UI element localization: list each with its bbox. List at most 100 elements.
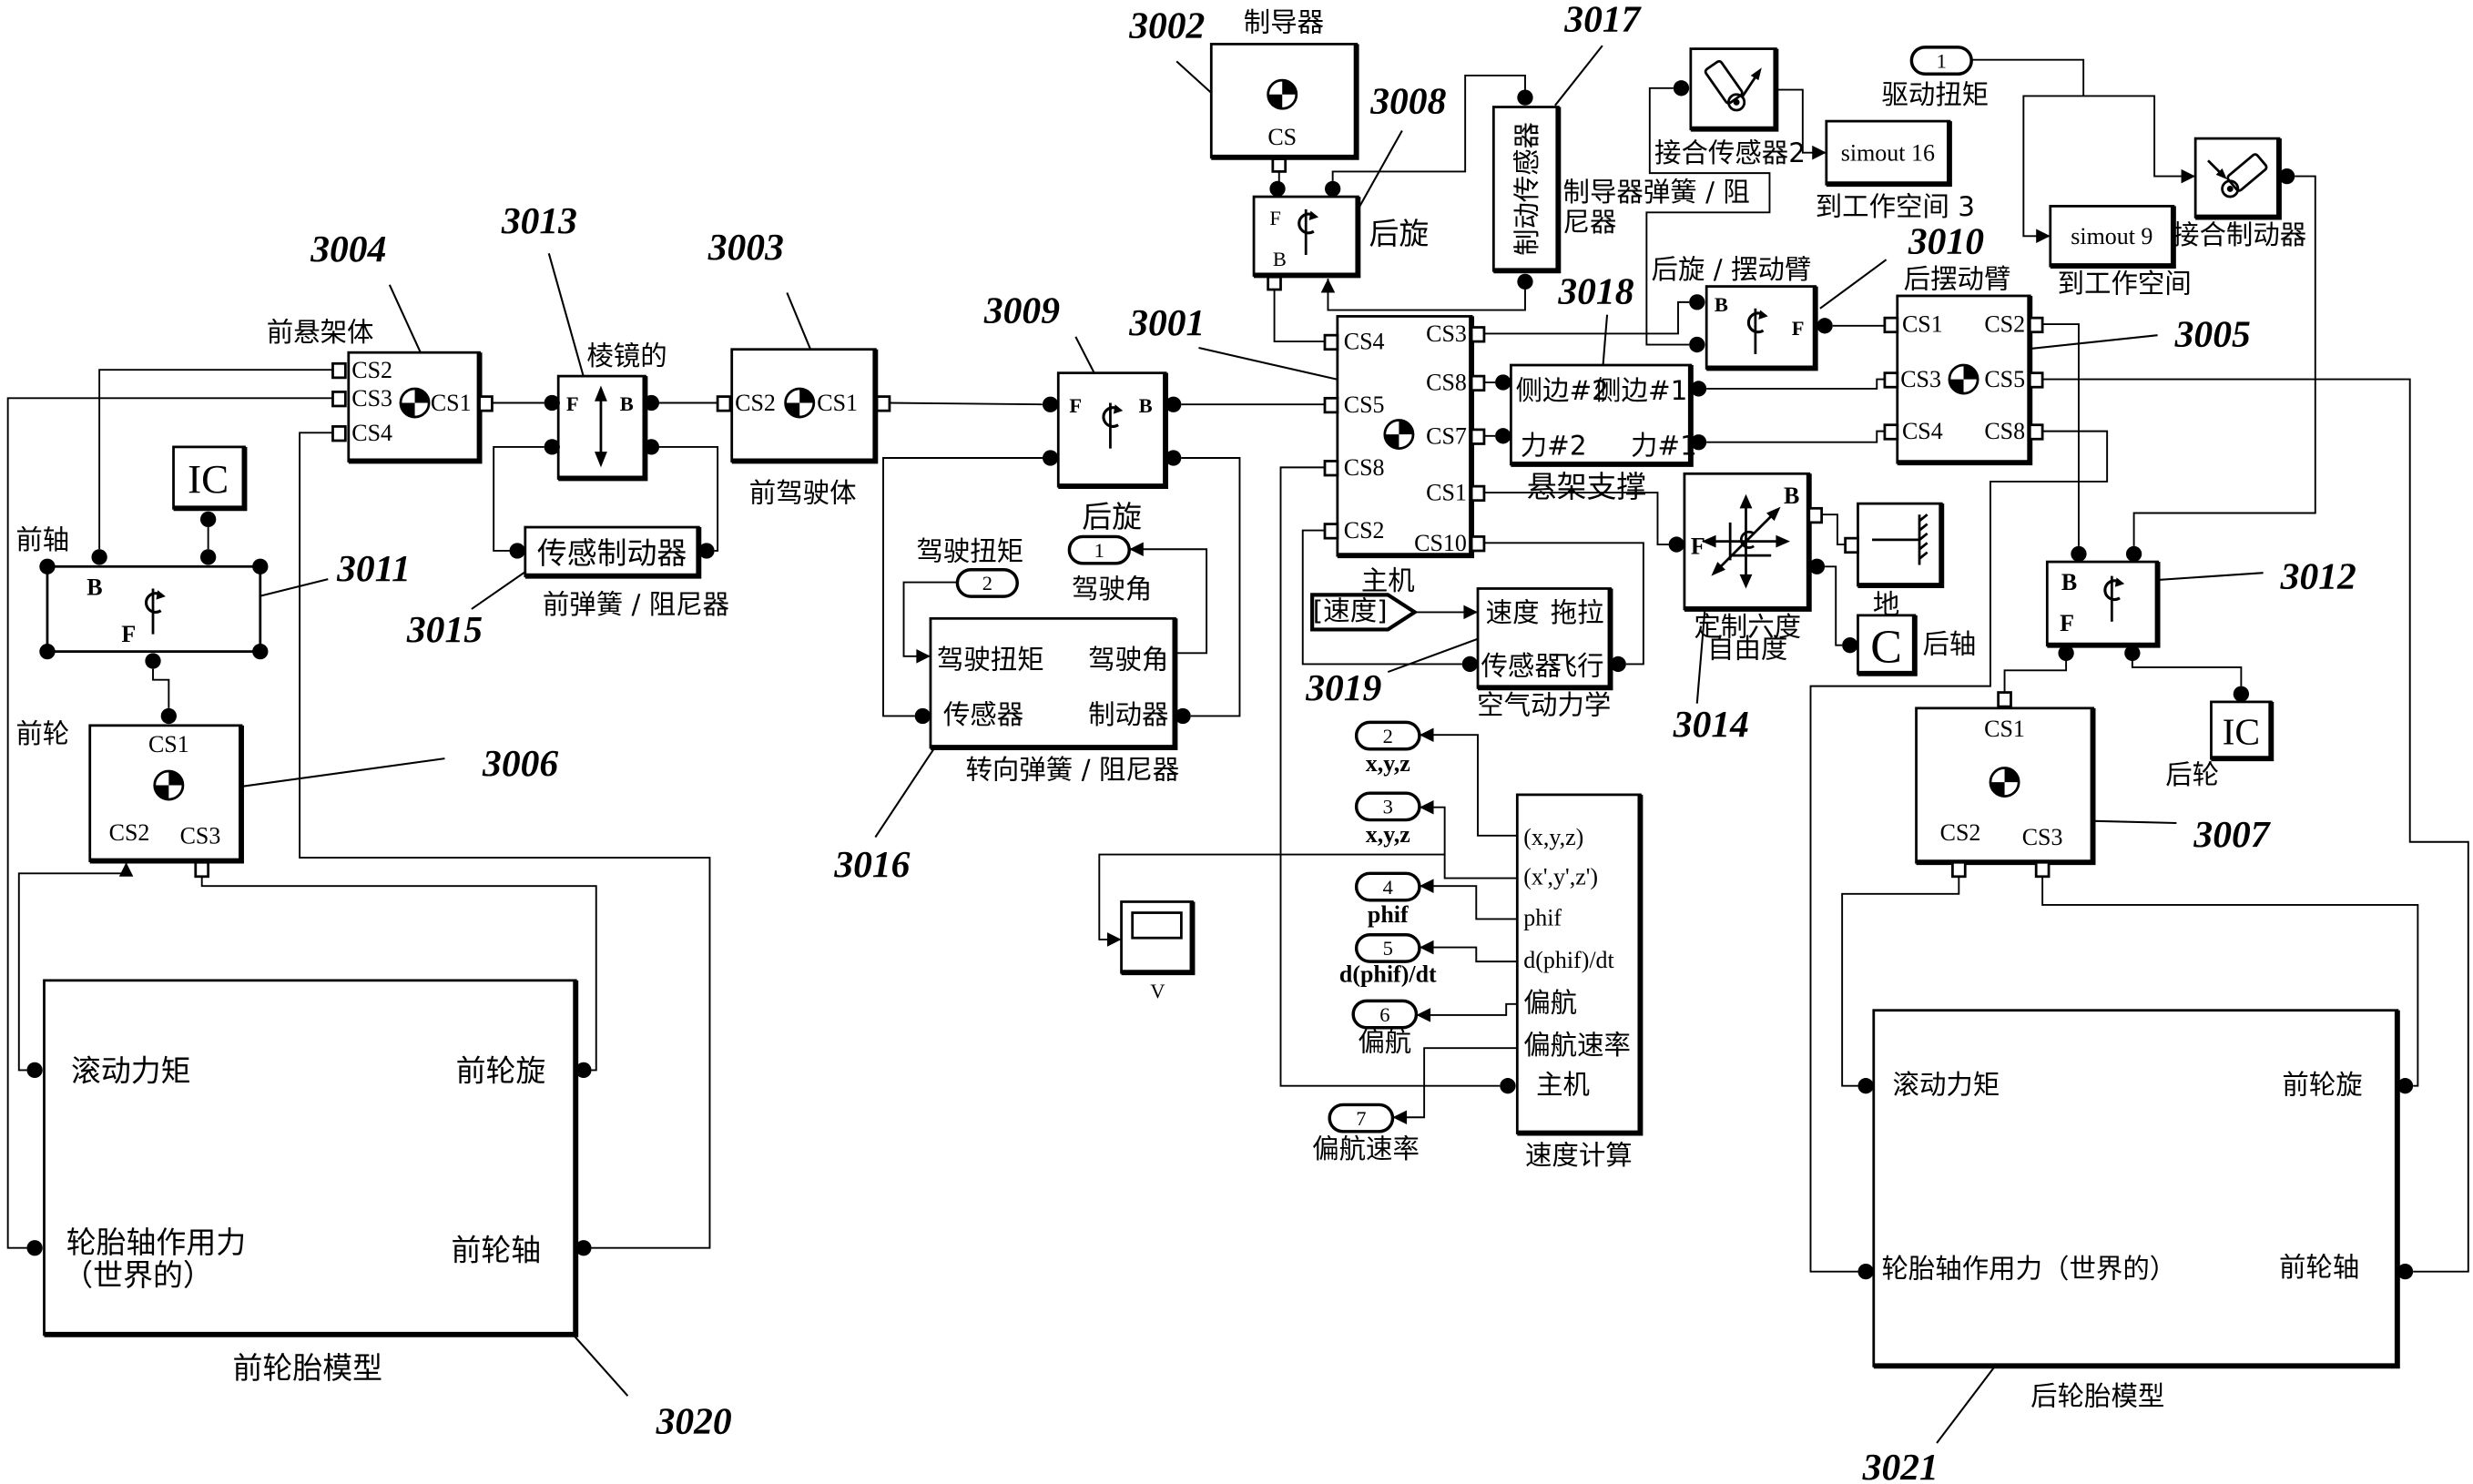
port-square bbox=[2034, 860, 2051, 879]
outport-4: 4 phif bbox=[1354, 871, 1421, 928]
joint-actuator-block: 接合制动器 bbox=[2173, 137, 2306, 250]
corner-dot bbox=[39, 558, 56, 574]
ref-3013: 3013 bbox=[501, 199, 577, 241]
arrowhead bbox=[1812, 145, 1827, 160]
port-circle bbox=[1689, 336, 1705, 353]
ref-3015: 3015 bbox=[406, 608, 483, 650]
actuator-port-label: 制动器 bbox=[1088, 699, 1168, 730]
ref-3003: 3003 bbox=[707, 226, 784, 268]
port-circle bbox=[160, 707, 177, 725]
swing-arm-revolute-label: 后旋 / 摆动臂 bbox=[1652, 254, 1812, 285]
center-of-gravity-icon bbox=[1948, 363, 1979, 395]
wire-rear-joint-to-rear-ic bbox=[2131, 660, 2243, 686]
port-square bbox=[2028, 371, 2044, 389]
wire-speed-calc-to-out5 bbox=[1419, 946, 1518, 963]
drive-torque-label: 驱动扭矩 bbox=[1881, 79, 1989, 110]
arrowhead bbox=[1392, 1110, 1408, 1125]
guide-joint-block: F B 后旋 bbox=[1252, 180, 1429, 291]
port-circle bbox=[145, 653, 161, 669]
front-suspension-body-title: 前悬架体 bbox=[267, 317, 374, 348]
follower-label: F bbox=[1792, 317, 1805, 340]
wire-brake-sensor-to-guide-joint bbox=[1327, 278, 1526, 311]
port-label-cs4: CS4 bbox=[351, 420, 392, 446]
arrowhead bbox=[1419, 879, 1434, 893]
center-of-gravity-icon bbox=[153, 769, 185, 801]
follower-label: F bbox=[1269, 207, 1281, 229]
wire-drive-torque-to-joint-actuator bbox=[2083, 95, 2196, 178]
arrowhead bbox=[1463, 605, 1479, 620]
port-label-cs2: CS2 bbox=[1344, 517, 1385, 544]
ic-symbol: IC bbox=[188, 456, 229, 502]
port-square bbox=[331, 391, 347, 408]
outport-number: 4 bbox=[1383, 876, 1393, 899]
port-circle bbox=[1808, 558, 1826, 574]
front-tire-model-label: 前轮胎模型 bbox=[233, 1350, 382, 1386]
outport-number: 1 bbox=[1094, 539, 1104, 562]
port-square bbox=[331, 425, 347, 442]
outport-label: x,y,z bbox=[1366, 821, 1410, 848]
port-circle bbox=[1042, 396, 1059, 412]
port-circle bbox=[2397, 1078, 2414, 1094]
port-circle bbox=[1500, 1078, 1516, 1094]
wire-steer-joint-to-steering-actuator bbox=[1181, 457, 1241, 717]
leader-line bbox=[874, 748, 935, 839]
outports: 2 x,y,z 3 x,y,z 4 phif 5 d(phif)/dt 6 偏航… bbox=[1312, 720, 1437, 1164]
port-label-cs3: CS3 bbox=[351, 385, 392, 412]
port-square bbox=[1323, 460, 1339, 477]
port-square bbox=[2028, 316, 2044, 334]
outport-3: 3 x,y,z bbox=[1354, 791, 1421, 848]
axle-force-port-label-line2: （世界的） bbox=[63, 1257, 212, 1293]
port-label-cs2: CS2 bbox=[351, 357, 392, 383]
joint-actuator-frame bbox=[2193, 137, 2281, 219]
follower-label: F bbox=[1069, 394, 1082, 417]
guide-spring-damper-label-line2: 尼器 bbox=[1563, 207, 1617, 238]
front-steering-body-title: 前驾驶体 bbox=[749, 477, 857, 508]
wire-speed-calc-to-out7 bbox=[1392, 1047, 1518, 1119]
base-label: B bbox=[1784, 483, 1799, 509]
front-spring-damper-text: 传感制动器 bbox=[537, 535, 687, 571]
rear-tire-model-block: 滚动力矩 前轮旋 轮胎轴作用力（世界的） 前轮轴 后轮胎模型 bbox=[1857, 1009, 2414, 1412]
follower-label: F bbox=[1691, 533, 1705, 559]
aerodynamics-block: 速度 拖拉 传感器 飞行 空气动力学 bbox=[1461, 587, 1626, 721]
port-circle bbox=[2125, 545, 2142, 563]
center-of-gravity-icon bbox=[784, 387, 816, 419]
port-square bbox=[1470, 535, 1486, 553]
sensor-port-label: 传感器 bbox=[943, 699, 1023, 730]
port-circle bbox=[91, 549, 107, 565]
outport-label: 偏航速率 bbox=[1312, 1133, 1420, 1164]
ic-symbol: IC bbox=[2223, 711, 2261, 753]
rear-axle-constraint-block: C 后轴 bbox=[1842, 614, 1976, 676]
port-square bbox=[194, 860, 210, 879]
port-label-main-body: 主机 bbox=[1536, 1069, 1590, 1100]
front-wheel-block: 前轮 CS1 CS2 CS3 bbox=[15, 707, 244, 879]
guide-cs-port-label: CS bbox=[1267, 124, 1297, 150]
ref-3009: 3009 bbox=[983, 289, 1060, 330]
port-square bbox=[1323, 396, 1339, 414]
ref-3021: 3021 bbox=[1862, 1446, 1939, 1484]
prismatic-title: 棱镜的 bbox=[586, 341, 667, 371]
axle-port-label: 前轮轴 bbox=[451, 1233, 541, 1268]
arrowhead bbox=[1320, 278, 1336, 293]
center-of-gravity-icon bbox=[399, 387, 431, 419]
corner-dot bbox=[39, 643, 56, 660]
force-2-label: 力#2 bbox=[1521, 431, 1587, 462]
port-circle bbox=[199, 511, 217, 528]
port-circle bbox=[26, 1240, 43, 1256]
arrowhead bbox=[916, 649, 931, 664]
arrowhead bbox=[2181, 168, 2196, 184]
brake-sensor-title: 制动传感器 bbox=[1511, 122, 1542, 256]
port-label-dphif-dt: d(phif)/dt bbox=[1523, 947, 1614, 973]
ref-3011: 3011 bbox=[336, 547, 411, 589]
front-steering-body-block: CS2 CS1 前驾驶体 bbox=[716, 348, 891, 508]
speed-calculation-block: (x,y,z) (x',y',z') phif d(phif)/dt 偏航 偏航… bbox=[1500, 793, 1644, 1171]
port-label-cs4: CS4 bbox=[1902, 418, 1943, 444]
port-circle bbox=[199, 549, 217, 565]
axle-force-port-label: 轮胎轴作用力（世界的） bbox=[1881, 1254, 2176, 1285]
port-label-cs10: CS10 bbox=[1414, 530, 1467, 556]
port-label-cs1: CS1 bbox=[817, 390, 858, 416]
port-circle bbox=[1690, 381, 1707, 397]
leader-line bbox=[547, 253, 586, 383]
to-workspace-3-block: simout 16 到工作空间 3 bbox=[1816, 119, 1975, 222]
port-circle bbox=[2071, 545, 2087, 563]
joint-sensor-2-label: 接合传感器2 bbox=[1654, 137, 1806, 168]
